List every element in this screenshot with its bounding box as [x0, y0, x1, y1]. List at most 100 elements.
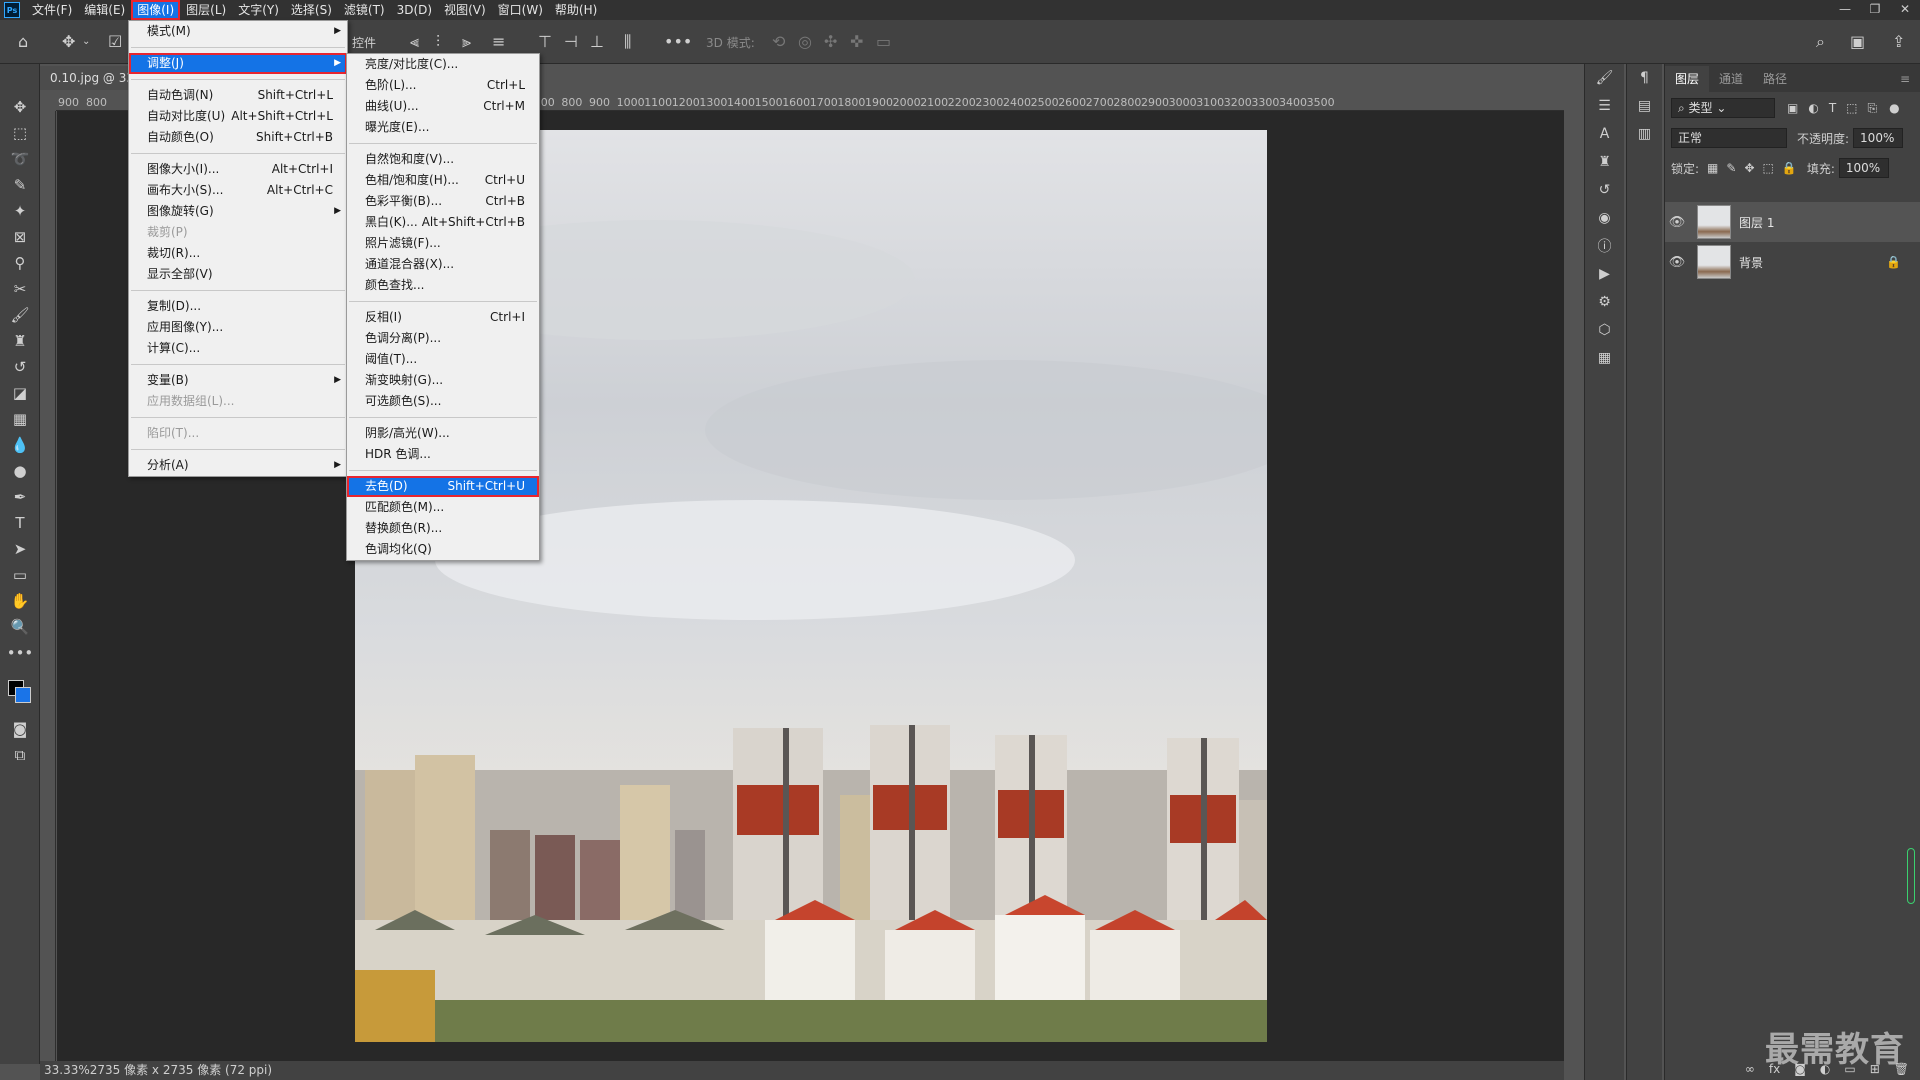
menu-6[interactable]: 滤镜(T)	[338, 0, 391, 20]
background-color-swatch[interactable]	[15, 687, 31, 703]
menu-item[interactable]: 显示全部(V)	[129, 264, 347, 285]
blur-tool-icon[interactable]: 💧	[0, 432, 40, 458]
gradient-tool-icon[interactable]: ▦	[0, 406, 40, 432]
3d-slide-icon[interactable]: ✜	[850, 32, 863, 52]
menu-item[interactable]: 计算(C)...	[129, 338, 347, 359]
eyedropper-tool-icon[interactable]: ⚲	[0, 250, 40, 276]
libraries-icon[interactable]: ▤	[1627, 92, 1662, 120]
menu-item[interactable]: 替换颜色(R)...	[347, 518, 539, 539]
menu-2[interactable]: 图像(I)	[131, 0, 181, 20]
quick-mask-icon[interactable]: ◙	[0, 716, 40, 742]
3d-roll-icon[interactable]: ◎	[798, 32, 812, 52]
menu-8[interactable]: 视图(V)	[438, 0, 492, 20]
menu-9[interactable]: 窗口(W)	[492, 0, 549, 20]
brush-settings-icon[interactable]: 🖌	[1585, 64, 1624, 92]
quick-select-tool-icon[interactable]: ✎	[0, 172, 40, 198]
adjustments-icon[interactable]: ☰	[1585, 92, 1624, 120]
menu-4[interactable]: 文字(Y)	[232, 0, 285, 20]
menu-item[interactable]: 色彩平衡(B)... Ctrl+B	[347, 191, 539, 212]
layer-row-layer1[interactable]: 👁 图层 1	[1665, 202, 1920, 242]
lock-pixels-icon[interactable]: ✎	[1726, 161, 1736, 175]
layer-filter-select[interactable]: ⌕ 类型 ⌄	[1671, 98, 1775, 118]
fill-input[interactable]: 100%	[1838, 158, 1889, 178]
3d-orbit-icon[interactable]: ⟲	[772, 32, 785, 52]
chevron-down-icon[interactable]: ⌄	[82, 32, 90, 52]
menu-0[interactable]: 文件(F)	[26, 0, 78, 20]
distribute-vertical-icon[interactable]: ⫼	[624, 32, 631, 52]
move-tool-icon[interactable]: ✥	[0, 94, 40, 120]
menu-item[interactable]: 色阶(L)... Ctrl+L	[347, 75, 539, 96]
align-bottom-icon[interactable]: ⊥	[590, 32, 604, 52]
more-icon[interactable]: •••	[664, 32, 692, 52]
marquee-tool-icon[interactable]: ⬚	[0, 120, 40, 146]
filter-pixel-icon[interactable]: ▣	[1787, 101, 1798, 115]
dodge-tool-icon[interactable]: ●	[0, 458, 40, 484]
path-select-tool-icon[interactable]: ➤	[0, 536, 40, 562]
menu-item[interactable]: 自动颜色(O) Shift+Ctrl+B	[129, 127, 347, 148]
clone-source-icon[interactable]: ♜	[1585, 148, 1624, 176]
menu-5[interactable]: 选择(S)	[285, 0, 338, 20]
tab-layers[interactable]: 图层	[1665, 66, 1710, 92]
menu-item[interactable]: 变量(B) ▶	[129, 370, 347, 391]
frame-tool-icon[interactable]: ⊠	[0, 224, 40, 250]
align-left-icon[interactable]: ⫷	[410, 32, 419, 52]
filter-toggle-icon[interactable]: ●	[1889, 101, 1899, 115]
menu-item[interactable]: 匹配颜色(M)...	[347, 497, 539, 518]
visibility-eye-icon[interactable]: 👁	[1665, 215, 1689, 230]
magic-wand-tool-icon[interactable]: ✦	[0, 198, 40, 224]
menu-item[interactable]: HDR 色调...	[347, 444, 539, 465]
menu-item[interactable]: 图像旋转(G) ▶	[129, 201, 347, 222]
panel-menu-icon[interactable]: ≡	[1890, 66, 1920, 92]
more-tools-icon[interactable]: •••	[0, 640, 40, 666]
align-center-icon[interactable]: ⫶	[436, 32, 440, 52]
3d-camera-icon[interactable]: ▭	[876, 32, 891, 52]
auto-select-checkbox[interactable]: ☑	[108, 32, 122, 52]
align-middle-icon[interactable]: ⊣	[564, 32, 578, 52]
menu-item[interactable]: 色相/饱和度(H)... Ctrl+U	[347, 170, 539, 191]
brush-tool-icon[interactable]: 🖌	[0, 302, 40, 328]
menu-item[interactable]: 通道混合器(X)...	[347, 254, 539, 275]
menu-item[interactable]: 可选颜色(S)...	[347, 391, 539, 412]
menu-10[interactable]: 帮助(H)	[549, 0, 603, 20]
actions-icon[interactable]: ▶	[1585, 260, 1624, 288]
distribute-icon[interactable]: ≡	[492, 32, 505, 52]
layer-row-background[interactable]: 👁 背景 🔒	[1665, 242, 1920, 282]
filter-type-icon[interactable]: T	[1829, 101, 1836, 115]
tab-channels[interactable]: 通道	[1709, 66, 1753, 92]
menu-item[interactable]: 应用图像(Y)...	[129, 317, 347, 338]
3d-pan-icon[interactable]: ✣	[824, 32, 837, 52]
paragraph-icon[interactable]: ¶	[1627, 64, 1662, 92]
pen-tool-icon[interactable]: ✒	[0, 484, 40, 510]
menu-item[interactable]: 自动对比度(U) Alt+Shift+Ctrl+L	[129, 106, 347, 127]
filter-shape-icon[interactable]: ⬚	[1846, 101, 1857, 115]
link-layers-icon[interactable]: ∞	[1745, 1062, 1755, 1076]
search-icon[interactable]: ⌕	[1816, 32, 1825, 52]
workspace-icon[interactable]: ▣	[1850, 32, 1865, 52]
zoom-tool-icon[interactable]: 🔍	[0, 614, 40, 640]
rectangle-tool-icon[interactable]: ▭	[0, 562, 40, 588]
menu-item[interactable]: 黑白(K)... Alt+Shift+Ctrl+B	[347, 212, 539, 233]
menu-item[interactable]: 亮度/对比度(C)...	[347, 54, 539, 75]
styles-icon[interactable]: ◉	[1585, 204, 1624, 232]
filter-adjustment-icon[interactable]: ◐	[1808, 101, 1818, 115]
menu-item[interactable]: 去色(D) Shift+Ctrl+U	[347, 476, 539, 497]
menu-item[interactable]: 分析(A) ▶	[129, 455, 347, 476]
history-icon[interactable]: ↺	[1585, 176, 1624, 204]
menu-item[interactable]: 照片滤镜(F)...	[347, 233, 539, 254]
menu-item[interactable]: 曲线(U)... Ctrl+M	[347, 96, 539, 117]
menu-1[interactable]: 编辑(E)	[78, 0, 131, 20]
history-brush-tool-icon[interactable]: ↺	[0, 354, 40, 380]
menu-item[interactable]: 阈值(T)...	[347, 349, 539, 370]
menu-item[interactable]: 色调均化(Q)	[347, 539, 539, 560]
filter-smart-icon[interactable]: ⎘	[1868, 101, 1878, 116]
tab-paths[interactable]: 路径	[1753, 66, 1797, 92]
menu-item[interactable]: 曝光度(E)...	[347, 117, 539, 138]
hand-tool-icon[interactable]: ✋	[0, 588, 40, 614]
menu-item[interactable]: 颜色查找...	[347, 275, 539, 296]
stamp-tool-icon[interactable]: ♜	[0, 328, 40, 354]
lock-artboard-icon[interactable]: ⬚	[1763, 161, 1774, 175]
menu-item[interactable]: 自然饱和度(V)...	[347, 149, 539, 170]
menu-item[interactable]: 画布大小(S)... Alt+Ctrl+C	[129, 180, 347, 201]
align-top-icon[interactable]: ⊤	[538, 32, 552, 52]
close-icon[interactable]: ✕	[1890, 0, 1920, 20]
